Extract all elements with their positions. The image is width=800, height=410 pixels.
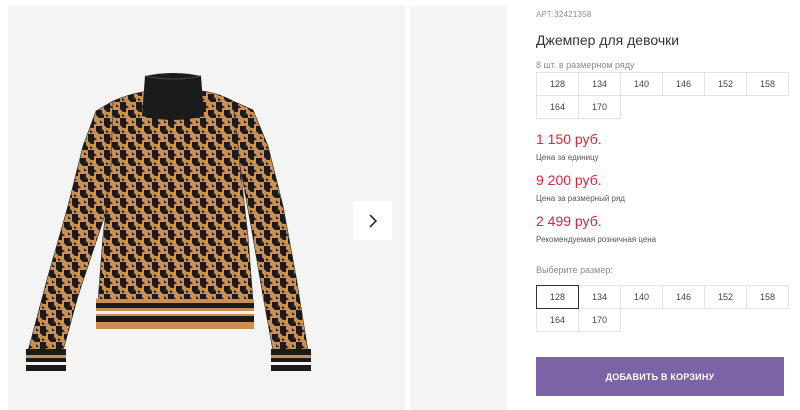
size-option-128[interactable]: 128: [536, 285, 579, 309]
unit-price-block: 1 150 руб. Цена за единицу: [536, 131, 602, 162]
pack-size-cell: 128: [536, 72, 579, 96]
chevron-right-icon: [368, 213, 377, 228]
pack-size-cell: 146: [662, 72, 705, 96]
article-number: АРТ:32421358: [536, 10, 591, 19]
pack-size-grid: 128 134 140 146 152 158 164 170: [536, 72, 789, 119]
retail-price-block: 2 499 руб. Рекомендуемая розничная цена: [536, 213, 656, 244]
pack-price: 9 200 руб.: [536, 172, 602, 188]
size-option-164[interactable]: 164: [536, 308, 579, 332]
product-title: Джемпер для девочки: [536, 32, 680, 48]
pack-size-cell: 140: [620, 72, 663, 96]
size-option-140[interactable]: 140: [620, 285, 663, 309]
add-to-cart-button[interactable]: ДОБАВИТЬ В КОРЗИНУ: [536, 357, 784, 396]
pack-price-caption: Цена за размерный ряд: [536, 194, 625, 203]
size-option-146[interactable]: 146: [662, 285, 705, 309]
pack-size-note: 8 шт. в размерном ряду: [536, 60, 635, 70]
unit-price-caption: Цена за единицу: [536, 153, 599, 162]
article-prefix: АРТ:: [536, 10, 555, 19]
product-image-gallery: [8, 6, 405, 410]
article-code: 32421358: [554, 10, 592, 19]
pack-size-cell: 158: [746, 72, 789, 96]
size-option-158[interactable]: 158: [746, 285, 789, 309]
size-select-label: Выберите размер:: [536, 265, 613, 275]
size-option-134[interactable]: 134: [578, 285, 621, 309]
product-image-sweater: [26, 73, 311, 371]
size-selector: 128 134 140 146 152 158 164 170: [536, 285, 789, 332]
pack-size-cell: 152: [704, 72, 747, 96]
pack-price-block: 9 200 руб. Цена за размерный ряд: [536, 172, 625, 203]
pack-size-cell: 170: [578, 95, 621, 119]
pack-size-cell: 164: [536, 95, 579, 119]
pack-size-cell: 134: [578, 72, 621, 96]
retail-price: 2 499 руб.: [536, 213, 602, 229]
gallery-next-button[interactable]: [353, 201, 392, 240]
size-option-152[interactable]: 152: [704, 285, 747, 309]
gallery-side-panel: [410, 6, 507, 410]
unit-price: 1 150 руб.: [536, 131, 602, 147]
size-option-170[interactable]: 170: [578, 308, 621, 332]
retail-price-caption: Рекомендуемая розничная цена: [536, 235, 657, 244]
